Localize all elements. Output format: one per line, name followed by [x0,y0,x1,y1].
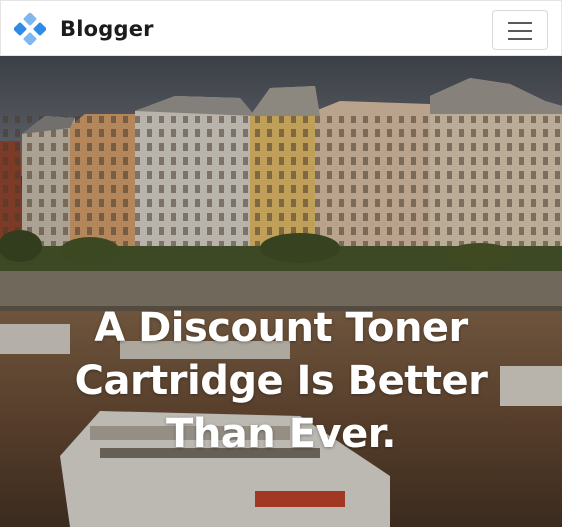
hamburger-menu-icon [508,22,532,24]
brand-link[interactable]: Blogger [13,12,154,46]
hero-banner: A Discount Toner Cartridge Is Better Tha… [0,56,562,527]
hamburger-bar [508,30,532,32]
top-navbar: Blogger [0,0,562,56]
menu-toggle-button[interactable] [492,10,548,50]
hero-title: A Discount Toner Cartridge Is Better Tha… [74,305,488,457]
diamond-cluster-logo-icon [13,12,47,46]
hamburger-bar [508,38,532,40]
brand-name[interactable]: Blogger [60,17,154,41]
